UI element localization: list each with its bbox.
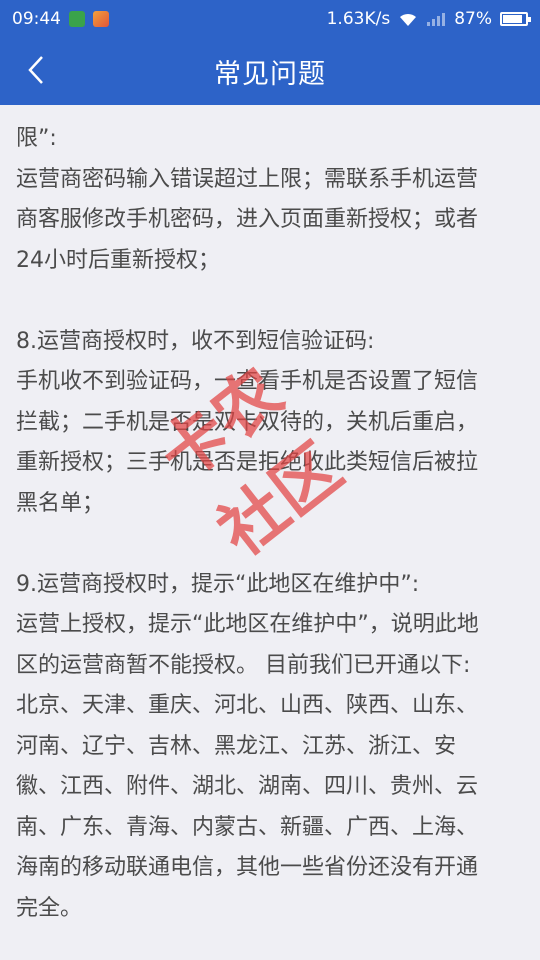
status-bar-right: 1.63K/s 87% xyxy=(326,9,531,29)
gallery-notification-icon xyxy=(93,11,109,27)
faq-text-line: 8.运营商授权时，收不到短信验证码: xyxy=(16,328,375,354)
faq-text-line: 商客服修改手机密码，进入页面重新授权；或者 xyxy=(16,207,479,232)
faq-text-line: 区的运营商暂不能授权。 目前我们已开通以下: xyxy=(16,652,471,678)
status-bar-left: 09:44 xyxy=(12,9,109,29)
signal-icon xyxy=(427,13,446,26)
faq-text-line: 24小时后重新授权； xyxy=(16,247,220,273)
faq-text-line: 拦截；二手机是否是双卡双待的，关机后重启， xyxy=(16,409,479,435)
app-bar: 常见问题 xyxy=(0,38,540,105)
battery-icon xyxy=(500,12,531,26)
network-speed: 1.63K/s xyxy=(326,9,391,29)
battery-fill xyxy=(503,15,522,23)
faq-text-line: 手机收不到验证码，一查看手机是否设置了短信 xyxy=(16,369,479,394)
faq-content[interactable]: 限”: 运营商密码输入错误超过上限；需联系手机运营 商客服修改手机密码，进入页面重新… xyxy=(0,105,540,960)
page-title: 常见问题 xyxy=(214,59,326,90)
faq-text-line: 北京、天津、重庆、河北、山西、陕西、山东、 xyxy=(16,693,479,718)
faq-text-line: 黑名单； xyxy=(16,490,105,516)
faq-text-line: 运营商密码输入错误超过上限；需联系手机运营 xyxy=(16,166,479,192)
status-time: 09:44 xyxy=(12,9,61,29)
faq-text-line: 徽、江西、附件、湖北、湖南、四川、贵州、云 xyxy=(16,774,479,799)
status-bar: 09:44 1.63K/s 87% xyxy=(0,0,540,38)
faq-text-line: 完全。 xyxy=(16,895,83,921)
faq-text-line: 河南、辽宁、吉林、黑龙江、江苏、浙江、安 xyxy=(16,733,457,759)
faq-text-line: 南、广东、青海、内蒙古、新疆、广西、上海、 xyxy=(16,814,479,840)
faq-text-line: 9.运营商授权时，提示“此地区在维护中”: xyxy=(16,571,420,597)
app-notification-icon xyxy=(69,11,85,27)
chevron-left-icon xyxy=(28,56,43,84)
faq-text-line: 海南的移动联通电信，其他一些省份还没有开通 xyxy=(16,855,479,880)
wifi-icon xyxy=(400,13,417,26)
battery-percent: 87% xyxy=(454,9,492,29)
back-button[interactable] xyxy=(14,48,58,92)
faq-text-line: 运营上授权，提示“此地区在维护中”，说明此地 xyxy=(16,612,479,637)
faq-text-line: 重新授权；三手机是否是拒绝收此类短信后被拉 xyxy=(16,450,479,475)
faq-text-line: 限”: xyxy=(16,126,57,151)
